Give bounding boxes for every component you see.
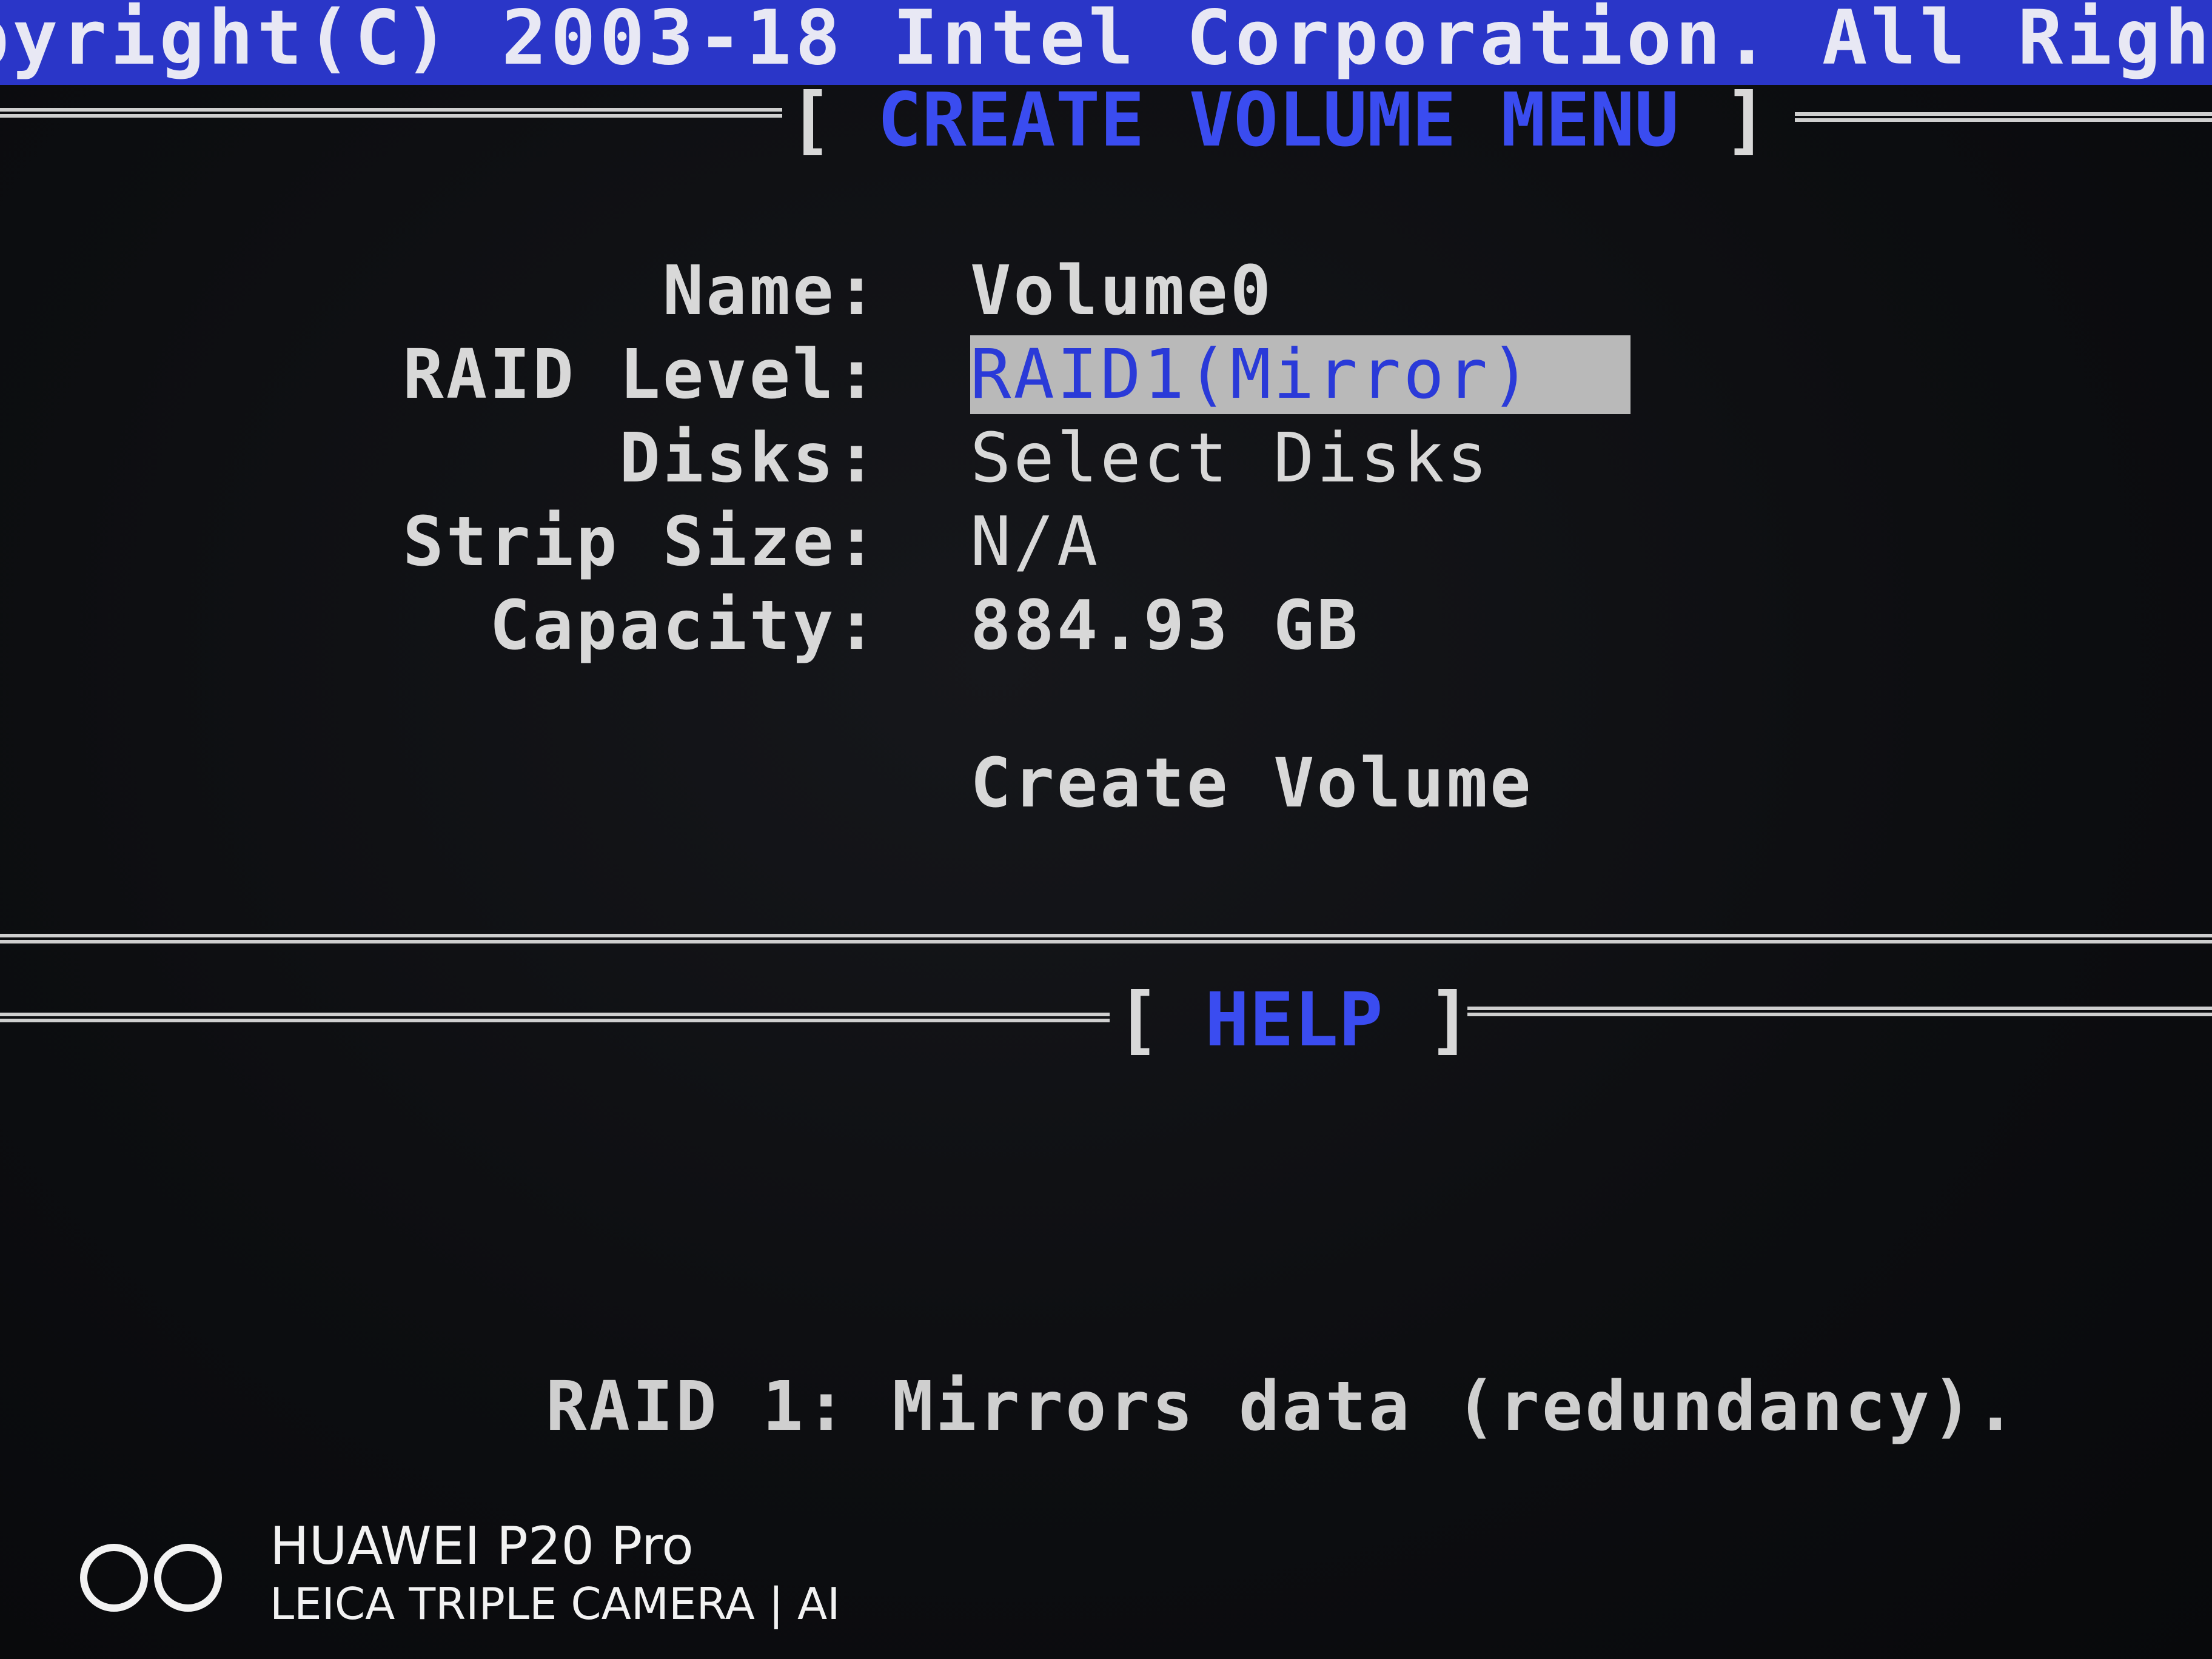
raid-level-select[interactable]: RAID1(Mirror): [970, 335, 1631, 414]
strip-size-field[interactable]: N/A: [970, 506, 1100, 578]
menu-title-text: CREATE VOLUME MENU: [877, 77, 1680, 163]
capacity-label: Capacity:: [489, 586, 879, 665]
help-title: [ HELP ]: [1116, 982, 1472, 1057]
camera-watermark: HUAWEI P20 Pro LEICA TRIPLE CAMERA | AI: [79, 1516, 988, 1637]
help-title-text: HELP: [1204, 977, 1383, 1063]
raid-level-selected-value[interactable]: RAID1(Mirror): [970, 335, 1631, 414]
name-field[interactable]: Volume0: [970, 255, 1273, 327]
menu-title-rule-right: [1795, 112, 2212, 122]
disks-label: Disks:: [619, 419, 879, 498]
copyright-bar: pyright(C) 2003-18 Intel Corporation. Al…: [0, 0, 2212, 85]
menu-bottom-divider: [0, 934, 2212, 943]
select-disks-field[interactable]: Select Disks: [970, 422, 1490, 495]
copyright-text: pyright(C) 2003-18 Intel Corporation. Al…: [0, 0, 2212, 82]
menu-bracket-close: ]: [1723, 77, 1768, 163]
help-description: RAID 1: Mirrors data (redundancy).: [546, 1367, 2019, 1446]
help-title-rule-left: [0, 1013, 1110, 1022]
camera-model-text: HUAWEI P20 Pro: [270, 1516, 694, 1577]
create-volume-menu-title: [ CREATE VOLUME MENU ]: [788, 82, 1768, 158]
strip-size-label: Strip Size:: [403, 503, 879, 581]
menu-bracket-open: [: [788, 77, 833, 163]
leica-rings-icon: [80, 1544, 222, 1612]
help-bracket-close: ]: [1427, 977, 1472, 1063]
help-title-rule-right: [1467, 1007, 2212, 1016]
name-label: Name:: [662, 252, 879, 330]
menu-title-rule-left: [0, 108, 782, 118]
capacity-field[interactable]: 884.93 GB: [970, 589, 1360, 662]
raid-level-label: RAID Level:: [403, 335, 879, 414]
camera-caption-text: LEICA TRIPLE CAMERA | AI: [270, 1578, 840, 1629]
bios-screen: pyright(C) 2003-18 Intel Corporation. Al…: [0, 0, 2212, 1659]
create-volume-button[interactable]: Create Volume: [970, 747, 1533, 820]
help-bracket-open: [: [1116, 977, 1161, 1063]
